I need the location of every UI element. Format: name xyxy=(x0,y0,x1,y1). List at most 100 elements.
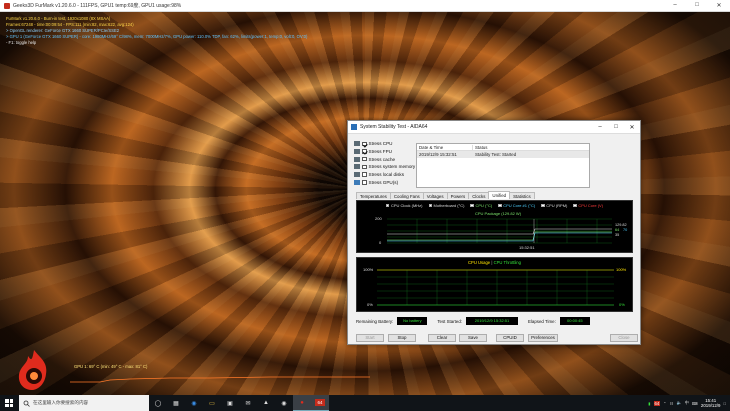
close-dialog-button[interactable]: Close xyxy=(610,334,638,342)
dialog-titlebar[interactable]: System Stability Test - AIDA64 – □ ✕ xyxy=(348,121,640,134)
furmark-help-line: - F1: toggle help xyxy=(6,40,37,45)
notification-icon[interactable]: □ xyxy=(723,401,726,406)
cpu-usage-graph: CPU Usage | CPU Throttling 100% 0% 100% … xyxy=(356,257,633,312)
stress-options: Stress CPU Stress FPU Stress cache Stres… xyxy=(354,140,415,186)
stress-fpu-checkbox[interactable] xyxy=(362,149,367,154)
furmark-taskbar-icon[interactable]: ● xyxy=(293,395,311,411)
store-icon[interactable]: ▣ xyxy=(221,395,239,411)
log-header: Date & Time Status xyxy=(417,144,589,151)
tab-clocks[interactable]: Clocks xyxy=(468,192,490,199)
stress-cache-checkbox[interactable] xyxy=(362,156,367,162)
stress-disks-option[interactable]: Stress local disks xyxy=(354,171,415,179)
search-icon xyxy=(23,400,30,407)
cpuid-button[interactable]: CPUID xyxy=(496,334,524,342)
graph2-plot xyxy=(377,269,614,306)
stress-cpu-option[interactable]: Stress CPU xyxy=(354,140,415,148)
graph2-left-bottom: 0% xyxy=(367,302,373,307)
taskbar: 在这里输入你要搜索的内容 ◯ ▦ ◉ ▭ ▣ ✉ ▲ ◉ ● 64 ▮ 64 ⌃… xyxy=(0,395,730,411)
fpu-icon xyxy=(354,149,360,155)
ime-lang-indicator[interactable]: 中 xyxy=(685,400,689,406)
elapsed-time-value: 00:00:45 xyxy=(559,317,590,325)
graph1-value-cpu: 64 xyxy=(615,228,620,232)
preferences-button[interactable]: Preferences xyxy=(528,334,558,342)
graph2-right-top: 100% xyxy=(616,267,627,272)
cache-icon xyxy=(354,156,360,162)
minimize-button[interactable]: – xyxy=(664,2,686,9)
tray-aida-temp[interactable]: 64 xyxy=(653,400,661,406)
task-view-icon[interactable]: ▦ xyxy=(167,395,185,411)
file-explorer-icon[interactable]: ▭ xyxy=(203,395,221,411)
furmark-window-title: Geeks3D FurMark v1.20.6.0 - 111FPS, GPU1… xyxy=(13,3,182,9)
furmark-titlebar[interactable]: Geeks3D FurMark v1.20.6.0 - 111FPS, GPU1… xyxy=(0,0,730,12)
stress-gpus-option[interactable]: Stress GPU(s) xyxy=(354,178,415,186)
test-started-value: 2019/12/9 15:32:51 xyxy=(466,317,518,325)
stress-gpus-label: Stress GPU(s) xyxy=(368,179,399,185)
aida64-taskbar-icon[interactable]: 64 xyxy=(311,395,329,411)
stress-cache-option[interactable]: Stress cache xyxy=(354,155,415,163)
taskbar-clock[interactable]: 15:41 2019/12/9 xyxy=(701,398,721,408)
elapsed-time-label: Elapsed Time: xyxy=(528,318,556,324)
clock-date: 2019/12/9 xyxy=(700,403,721,408)
gpu-icon xyxy=(354,179,360,185)
tab-powers[interactable]: Powers xyxy=(446,192,470,199)
stress-memory-option[interactable]: Stress system memory xyxy=(354,163,415,171)
log-col-datetime: Date & Time xyxy=(417,144,473,150)
desktop-screen: Geeks3D FurMark v1.20.6.0 - 111FPS, GPU1… xyxy=(0,0,730,411)
stress-disks-checkbox[interactable] xyxy=(362,172,367,177)
furmark-app-icon xyxy=(4,2,10,9)
mail-icon[interactable]: ✉ xyxy=(239,395,257,411)
dialog-close-button[interactable]: ✕ xyxy=(624,124,640,131)
dialog-buttons: Start Stop Clear Save CPUID Preferences … xyxy=(356,334,638,343)
tab-voltages[interactable]: Voltages xyxy=(422,192,448,199)
network-icon[interactable]: ☷ xyxy=(670,401,674,406)
volume-icon[interactable]: 🔈 xyxy=(676,400,681,406)
graph1-time-label: 15:32:51 xyxy=(519,245,535,250)
app-icon[interactable]: ▲ xyxy=(257,395,275,411)
cortana-icon[interactable]: ◯ xyxy=(149,395,167,411)
search-placeholder: 在这里输入你要搜索的内容 xyxy=(33,400,89,405)
aida64-app-icon xyxy=(351,124,357,130)
log-row-status: Stability Test: Started xyxy=(475,152,517,157)
graph1-value-mb: 35 xyxy=(615,233,620,237)
log-row-time: 2019/12/9 15:32:51 xyxy=(419,152,457,157)
stress-cpu-checkbox[interactable] xyxy=(362,141,367,147)
furmark-info-line2: Frames:67248 - time:00:09:54 - FPS:111 (… xyxy=(6,22,134,27)
clear-button[interactable]: Clear xyxy=(428,334,456,342)
status-log-table[interactable]: Date & Time Status 2019/12/9 15:32:51 St… xyxy=(416,143,590,188)
graph1-y-top: 200 xyxy=(375,216,382,221)
aida64-badge: 64 xyxy=(315,399,325,406)
taskbar-search-box[interactable]: 在这里输入你要搜索的内容 xyxy=(19,395,149,411)
close-button[interactable]: ✕ xyxy=(708,2,730,9)
tab-temperatures[interactable]: Temperatures xyxy=(356,192,391,199)
tab-cooling-fans[interactable]: Cooling Fans xyxy=(389,192,424,199)
keyboard-icon[interactable]: ⌨ xyxy=(692,401,698,406)
tray-chevron-icon[interactable]: ⌃ xyxy=(663,401,667,406)
battery-label: Remaining Battery: xyxy=(356,318,394,324)
log-row[interactable]: 2019/12/9 15:32:51 Stability Test: Start… xyxy=(417,151,589,158)
tab-unified[interactable]: Unified xyxy=(488,191,511,199)
save-button[interactable]: Save xyxy=(459,334,487,342)
stress-memory-checkbox[interactable] xyxy=(362,164,367,170)
edge-browser-icon[interactable]: ◉ xyxy=(185,395,203,411)
stress-fpu-label: Stress FPU xyxy=(368,149,392,155)
tray-monitor-icon[interactable]: ▮ xyxy=(648,401,650,406)
start-button-icon[interactable] xyxy=(2,396,16,410)
dialog-minimize-button[interactable]: – xyxy=(592,124,608,131)
log-col-status: Status xyxy=(475,144,488,150)
dialog-maximize-button[interactable]: □ xyxy=(608,124,624,131)
graph2-right-bottom: 0% xyxy=(619,302,625,307)
start-button[interactable]: Start xyxy=(356,334,384,342)
maximize-button[interactable]: □ xyxy=(686,2,708,9)
graph1-value-core: 70 xyxy=(623,228,628,232)
stress-gpus-checkbox[interactable] xyxy=(362,180,367,185)
aida64-stability-dialog: System Stability Test - AIDA64 – □ ✕ Str… xyxy=(347,120,641,345)
cpu-icon xyxy=(354,141,360,147)
battery-value: No battery xyxy=(397,317,428,325)
game-icon[interactable]: ◉ xyxy=(275,395,293,411)
furmark-renderer-line: > OpenGL renderer: GeForce GTX 1660 SUPE… xyxy=(6,28,120,33)
memory-icon xyxy=(354,164,360,170)
furmark-logo-icon xyxy=(18,350,47,390)
stress-fpu-option[interactable]: Stress FPU xyxy=(354,148,415,156)
tab-statistics[interactable]: Statistics xyxy=(509,192,535,199)
stop-button[interactable]: Stop xyxy=(388,334,416,342)
